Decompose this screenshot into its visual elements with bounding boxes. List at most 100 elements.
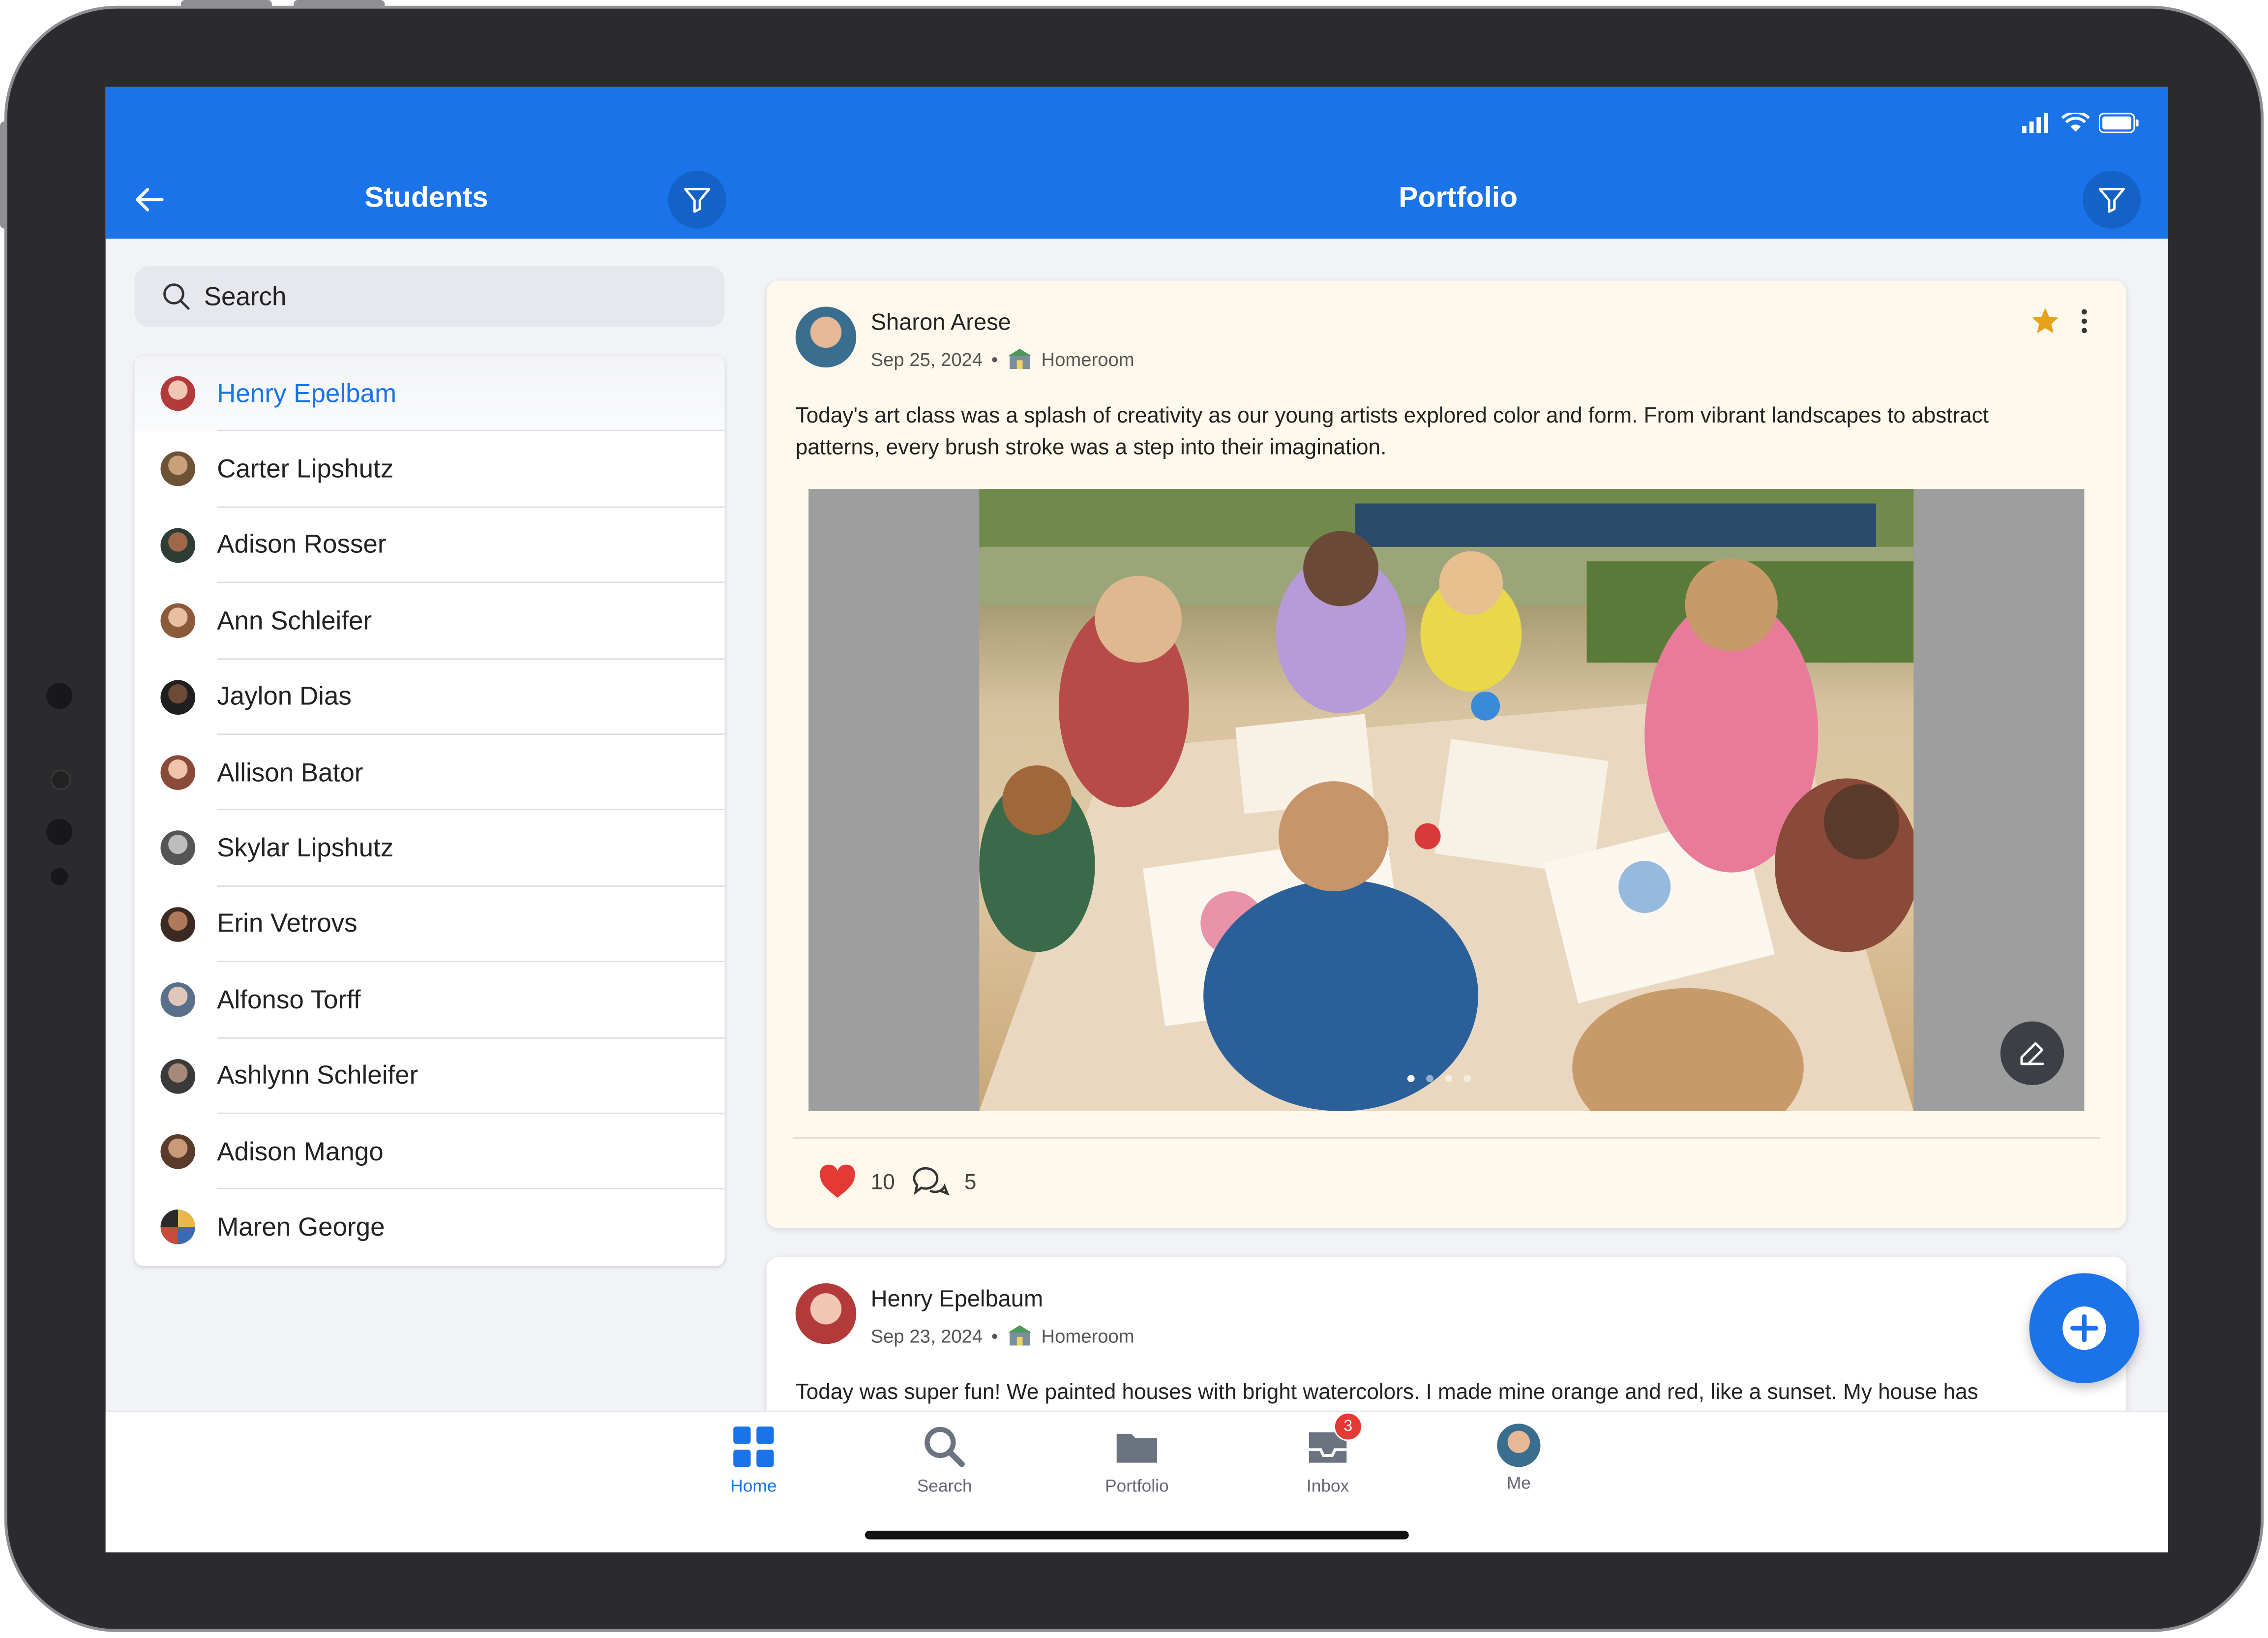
student-list: Henry Epelbam Carter Lipshutz Adison Ros… bbox=[134, 356, 725, 1266]
student-name: Allison Bator bbox=[217, 758, 363, 787]
nav-search[interactable]: Search bbox=[879, 1424, 1010, 1496]
bottom-navigation: Home Search Portfolio 3 Inbox Me bbox=[105, 1410, 2169, 1553]
student-row[interactable]: Allison Bator bbox=[135, 735, 725, 811]
post-class[interactable]: Homeroom bbox=[1042, 348, 1134, 369]
student-row[interactable]: Alfonso Torff bbox=[135, 962, 725, 1038]
nav-inbox[interactable]: 3 Inbox bbox=[1263, 1412, 1393, 1496]
post-meta: Sep 23, 2024 • Homeroom bbox=[871, 1324, 1134, 1347]
student-row[interactable]: Henry Epelbam bbox=[134, 356, 725, 432]
post-text: Today's art class was a splash of creati… bbox=[795, 403, 1989, 460]
nav-home[interactable]: Home bbox=[688, 1424, 819, 1496]
inbox-icon-wrap: 3 bbox=[1305, 1412, 1363, 1470]
heart-icon[interactable] bbox=[819, 1164, 856, 1200]
avatar bbox=[160, 527, 196, 563]
post-author[interactable]: Henry Epelbaum bbox=[871, 1288, 1044, 1314]
avatar bbox=[160, 982, 196, 1018]
filter-icon bbox=[684, 187, 711, 213]
filter-icon bbox=[2098, 187, 2125, 213]
profile-avatar bbox=[1497, 1424, 1541, 1467]
student-row[interactable]: Maren George bbox=[135, 1190, 725, 1266]
avatar bbox=[160, 376, 196, 411]
student-name: Carter Lipshutz bbox=[217, 454, 394, 484]
app-header: Students Portfolio bbox=[105, 87, 2169, 239]
portfolio-title: Portfolio bbox=[1399, 182, 1518, 214]
edit-media-button[interactable] bbox=[2000, 1021, 2064, 1085]
meta-separator: • bbox=[991, 348, 998, 370]
post-reactions: 10 5 bbox=[819, 1163, 976, 1201]
post-photo[interactable] bbox=[979, 489, 1914, 1111]
home-grid-icon bbox=[733, 1426, 774, 1467]
student-name: Maren George bbox=[217, 1212, 385, 1242]
students-filter-button[interactable] bbox=[668, 171, 726, 229]
avatar bbox=[160, 831, 196, 866]
student-row[interactable]: Ashlynn Schleifer bbox=[135, 1038, 725, 1114]
author-avatar[interactable] bbox=[795, 1283, 857, 1344]
nav-label: Search bbox=[917, 1476, 972, 1496]
avatar bbox=[160, 604, 196, 638]
art-class-photo bbox=[979, 489, 1914, 1111]
student-row[interactable]: Erin Vetrovs bbox=[135, 886, 725, 963]
folder-icon bbox=[1116, 1433, 1158, 1463]
author-avatar[interactable] bbox=[795, 306, 857, 368]
classroom-icon bbox=[1008, 348, 1031, 369]
home-indicator bbox=[865, 1530, 1409, 1540]
post-meta: Sep 25, 2024 • Homeroom bbox=[871, 347, 1134, 370]
student-name: Henry Epelbam bbox=[217, 378, 397, 408]
battery-icon bbox=[2098, 113, 2139, 133]
sensor-dot bbox=[50, 868, 68, 886]
students-title: Students bbox=[364, 182, 488, 214]
post-date: Sep 23, 2024 bbox=[870, 1324, 983, 1346]
post-media[interactable] bbox=[808, 489, 2085, 1111]
avatar bbox=[160, 1134, 196, 1169]
camera-lens bbox=[50, 769, 71, 790]
status-bar bbox=[2021, 113, 2139, 133]
portfolio-filter-button[interactable] bbox=[2083, 171, 2141, 229]
edit-icon bbox=[2020, 1042, 2044, 1065]
post-text: Today was super fun! We painted houses w… bbox=[795, 1380, 1978, 1405]
student-row[interactable]: Skylar Lipshutz bbox=[135, 811, 725, 887]
student-name: Erin Vetrovs bbox=[217, 909, 358, 939]
nav-label: Inbox bbox=[1306, 1476, 1349, 1496]
student-name: Ann Schleifer bbox=[217, 606, 372, 635]
student-row[interactable]: Carter Lipshutz bbox=[135, 432, 725, 508]
portfolio-post: Sharon Arese Sep 25, 2024 • Homeroom Tod… bbox=[766, 280, 2126, 1229]
nav-label: Portfolio bbox=[1105, 1476, 1169, 1496]
avatar bbox=[160, 679, 196, 714]
student-name: Ashlynn Schleifer bbox=[217, 1061, 418, 1090]
student-name: Skylar Lipshutz bbox=[217, 833, 394, 863]
student-name: Adison Rosser bbox=[217, 530, 387, 559]
avatar bbox=[160, 452, 196, 487]
nav-portfolio[interactable]: Portfolio bbox=[1072, 1424, 1202, 1496]
cellular-signal-icon bbox=[2022, 113, 2048, 133]
avatar bbox=[160, 907, 196, 942]
comments-icon[interactable] bbox=[909, 1163, 950, 1201]
meta-separator: • bbox=[991, 1324, 998, 1346]
search-icon bbox=[925, 1426, 965, 1467]
carousel-indicator[interactable] bbox=[1407, 1075, 1471, 1083]
back-arrow-icon[interactable] bbox=[132, 182, 167, 217]
search-icon bbox=[163, 283, 190, 310]
student-row[interactable]: Adison Rosser bbox=[135, 508, 725, 583]
student-row[interactable]: Ann Schleifer bbox=[135, 583, 725, 659]
nav-me[interactable]: Me bbox=[1454, 1424, 1584, 1493]
avatar bbox=[160, 1058, 196, 1093]
student-row[interactable]: Jaylon Dias bbox=[135, 659, 725, 735]
post-date: Sep 25, 2024 bbox=[870, 348, 983, 370]
favorite-star-icon[interactable] bbox=[2029, 305, 2061, 337]
avatar bbox=[160, 1210, 196, 1245]
student-row[interactable]: Adison Mango bbox=[135, 1114, 725, 1190]
wifi-icon bbox=[2061, 113, 2090, 132]
avatar bbox=[160, 755, 196, 790]
sensor-dot bbox=[46, 819, 73, 845]
nav-label: Me bbox=[1506, 1473, 1531, 1493]
student-search-input[interactable]: Search bbox=[134, 266, 725, 327]
add-post-button[interactable] bbox=[2029, 1273, 2140, 1383]
app-screen: Students Portfolio Search Henry Epelbam … bbox=[105, 87, 2169, 1553]
search-placeholder: Search bbox=[204, 281, 287, 310]
camera-dot bbox=[46, 683, 73, 709]
more-options-icon[interactable] bbox=[2068, 305, 2100, 337]
post-author[interactable]: Sharon Arese bbox=[871, 311, 1011, 337]
inbox-badge: 3 bbox=[1333, 1412, 1363, 1441]
like-count: 10 bbox=[870, 1170, 895, 1195]
post-class[interactable]: Homeroom bbox=[1042, 1325, 1134, 1346]
